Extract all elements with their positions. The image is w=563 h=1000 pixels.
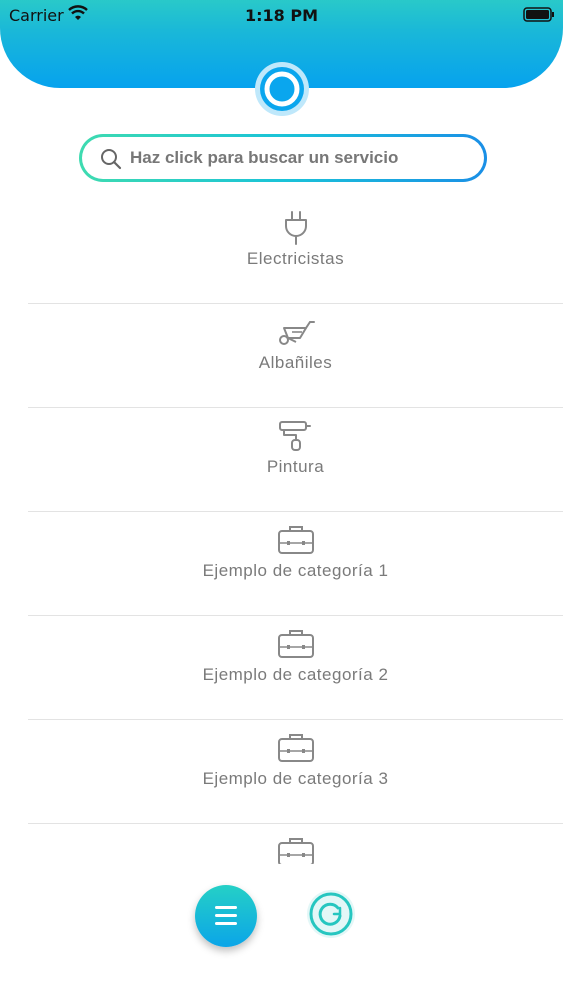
menu-button[interactable] — [195, 885, 257, 947]
briefcase-icon — [28, 626, 563, 662]
briefcase-icon — [28, 522, 563, 558]
category-label: Ejemplo de categoría 1 — [202, 561, 389, 580]
category-ejemplo-3[interactable]: Ejemplo de categoría 3 — [28, 720, 563, 824]
briefcase-icon — [28, 834, 563, 864]
category-albaniles[interactable]: Albañiles — [28, 304, 563, 408]
refresh-icon — [307, 890, 355, 938]
category-partial[interactable] — [28, 824, 563, 894]
category-label: Pintura — [266, 457, 325, 476]
clock: 1:18 PM — [244, 6, 318, 25]
history-button[interactable] — [305, 888, 357, 940]
profile-button[interactable] — [251, 61, 313, 119]
status-bar: Carrier 1:18 PM — [0, 0, 563, 30]
briefcase-icon — [28, 730, 563, 766]
battery-icon — [523, 7, 554, 22]
plug-icon — [28, 210, 563, 246]
category-label: Albañiles — [258, 353, 333, 372]
wheelbarrow-icon — [28, 314, 563, 350]
search-icon — [100, 148, 122, 174]
category-pintura[interactable]: Pintura — [28, 408, 563, 512]
search-placeholder: Haz click para buscar un servicio — [130, 148, 399, 167]
category-label: Electricistas — [246, 249, 345, 268]
search-bar[interactable]: Haz click para buscar un servicio — [79, 134, 487, 182]
category-ejemplo-2[interactable]: Ejemplo de categoría 2 — [28, 616, 563, 720]
menu-icon — [215, 906, 237, 930]
category-label: Ejemplo de categoría 2 — [202, 665, 389, 684]
category-ejemplo-1[interactable]: Ejemplo de categoría 1 — [28, 512, 563, 616]
paint-roller-icon — [28, 418, 563, 454]
category-label: Ejemplo de categoría 3 — [202, 769, 389, 788]
category-list: Electricistas Albañiles Pintura Ejemplo … — [28, 200, 563, 894]
category-electricistas[interactable]: Electricistas — [28, 200, 563, 304]
